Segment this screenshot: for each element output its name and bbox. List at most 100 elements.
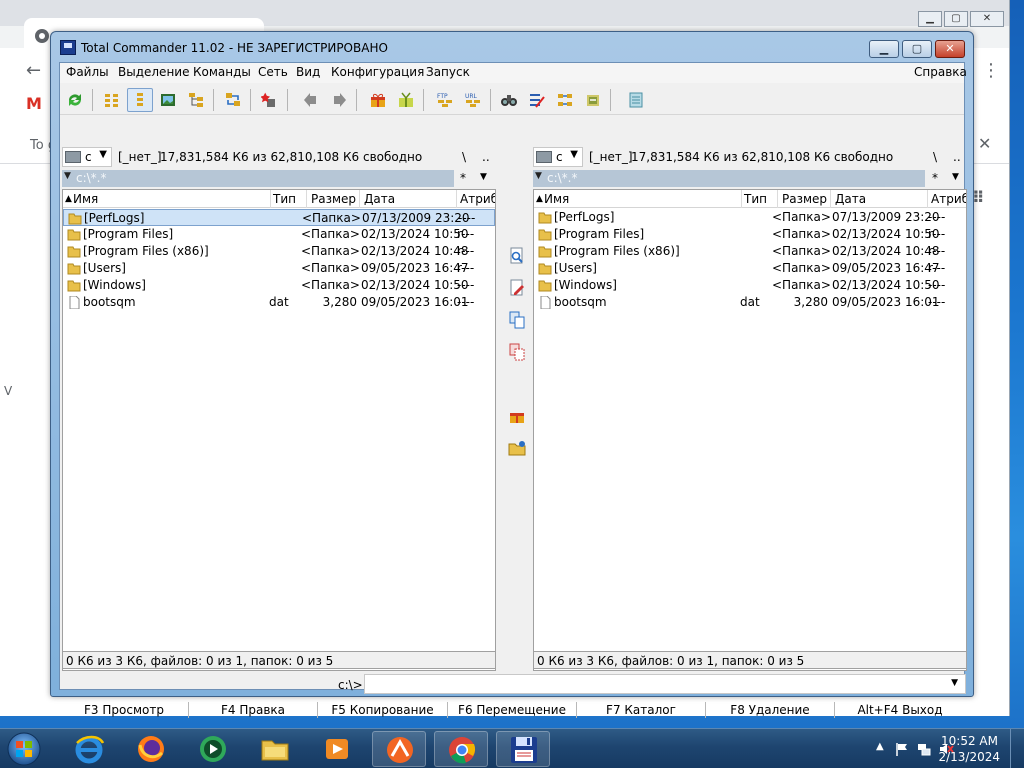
close-button[interactable]: ✕ [935,40,965,58]
f8-delete-button[interactable]: F8 Удаление [706,699,834,721]
maximize-button[interactable]: ▢ [902,40,932,58]
alt-f4-exit-button[interactable]: Alt+F4 Выход [835,699,965,721]
notepad-button[interactable] [623,88,649,112]
menu-files[interactable]: Файлы [66,65,109,79]
clock-date[interactable]: 2/13/2024 [938,750,1000,764]
file-row[interactable]: [Users] <Папка> 09/05/2023 16:47 r--- [534,260,966,277]
taskbar-file-explorer[interactable] [248,731,302,767]
unpack-button[interactable] [393,88,419,112]
f3-view-button[interactable]: F3 Просмотр [60,699,188,721]
file-row[interactable]: [Users] <Папка> 09/05/2023 16:47 r--- [63,260,495,277]
network-icon[interactable] [916,741,932,757]
left-drive-selector[interactable]: c ▼ [62,147,112,167]
left-col-date[interactable]: Дата [364,192,395,206]
file-row[interactable]: [Program Files (x86)] <Папка> 02/13/2024 1… [63,243,495,260]
chrome-maximize-button[interactable]: ▢ [944,11,968,27]
forward-button[interactable] [326,88,352,112]
minimize-button[interactable]: ▁ [869,40,899,58]
f7-mkdir-button[interactable]: F7 Каталог [577,699,705,721]
sync-button[interactable] [580,88,606,112]
history-dropdown-icon[interactable]: ▼ [535,171,542,181]
url-connect-button[interactable]: URL [460,88,486,112]
new-folder-icon[interactable] [508,439,526,457]
chrome-infobar-close-icon[interactable]: ✕ [978,134,991,153]
view-file-icon[interactable] [508,247,526,265]
chrome-close-button[interactable]: ✕ [970,11,1004,27]
right-col-date[interactable]: Дата [835,192,866,206]
f4-edit-button[interactable]: F4 Правка [189,699,317,721]
taskbar-media-center[interactable] [186,731,240,767]
column-divider[interactable] [741,190,742,208]
right-path-bar[interactable]: ▼ c:\*.* [533,170,925,187]
f6-move-button[interactable]: F6 Перемещение [448,699,576,721]
file-row[interactable]: [PerfLogs] <Папка> 07/13/2009 23:20 ---- [534,209,966,226]
copy-files-icon[interactable] [508,311,526,329]
right-col-size[interactable]: Размер [782,192,827,206]
command-line-input[interactable] [364,674,966,694]
column-divider[interactable] [927,190,928,208]
tree-view-button[interactable] [183,88,209,112]
left-root-button[interactable]: \ [462,150,466,164]
chrome-minimize-button[interactable]: ▁ [918,11,942,27]
right-filter[interactable]: * ▼ [930,170,966,187]
pack-button[interactable] [365,88,391,112]
taskbar-internet-explorer[interactable] [62,731,116,767]
total-commander-app-icon[interactable] [60,40,76,55]
command-history-dropdown-icon[interactable]: ▼ [951,678,958,688]
column-divider[interactable] [359,190,360,208]
file-row[interactable]: [Program Files] <Папка> 02/13/2024 10:50 r-… [534,226,966,243]
f5-copy-button[interactable]: F5 Копирование [318,699,447,721]
menu-configuration[interactable]: Конфигурация [331,65,424,79]
show-desktop-button[interactable] [1010,729,1024,768]
brief-view-button[interactable] [99,88,125,112]
search-files-button[interactable] [496,88,522,112]
file-row[interactable]: bootsqm dat 3,280 09/05/2023 16:01 ---- [534,294,966,311]
column-divider[interactable] [777,190,778,208]
column-divider[interactable] [456,190,457,208]
file-row[interactable]: [Program Files (x86)] <Папка> 02/13/2024 1… [534,243,966,260]
right-root-button[interactable]: \ [933,150,937,164]
ftp-connect-button[interactable]: FTP [432,88,458,112]
taskbar-media-player[interactable] [310,731,364,767]
filter-dropdown-icon[interactable]: ▼ [480,172,487,182]
start-button-windows-icon[interactable] [4,731,44,767]
left-up-button[interactable]: .. [482,150,490,164]
invert-selection-button[interactable] [257,88,283,112]
full-view-button[interactable] [127,88,153,112]
compare-dirs-button[interactable] [552,88,578,112]
chrome-menu-icon[interactable]: ⋮ [982,60,1000,81]
left-col-name[interactable]: Имя [73,192,98,206]
chrome-back-icon[interactable]: ← [26,60,41,81]
filter-dropdown-icon[interactable]: ▼ [952,172,959,182]
move-files-icon[interactable] [508,343,526,361]
column-divider[interactable] [270,190,271,208]
file-row[interactable]: bootsqm dat 3,280 09/05/2023 16:01 ---- [63,294,495,311]
left-col-type[interactable]: Тип [273,192,296,206]
pack-files-icon[interactable] [508,407,526,425]
right-drive-selector[interactable]: c ▼ [533,147,583,167]
file-row[interactable]: [Program Files] <Папка> 02/13/2024 10:50 r-… [63,226,495,243]
menu-help[interactable]: Справка [914,65,967,79]
taskbar-orange-app[interactable] [372,731,426,767]
refresh-button[interactable] [62,88,88,112]
sync-dirs-button[interactable] [220,88,246,112]
gmail-icon[interactable]: M [26,94,42,113]
right-col-name[interactable]: Имя [544,192,569,206]
edit-file-icon[interactable] [508,279,526,297]
right-col-attr[interactable]: Атриб [931,192,966,206]
right-file-panel[interactable]: ▲ Имя Тип Размер Дата Атриб [PerfLogs] <П… [533,189,967,671]
taskbar-firefox[interactable] [124,731,178,767]
right-col-type[interactable]: Тип [744,192,767,206]
menu-commands[interactable]: Команды [193,65,251,79]
taskbar-chrome[interactable] [434,731,488,767]
column-divider[interactable] [830,190,831,208]
title-bar[interactable]: Total Commander 11.02 - НЕ ЗАРЕГИСТРИРОВ… [51,32,973,62]
right-up-button[interactable]: .. [953,150,961,164]
menu-network[interactable]: Сеть [258,65,288,79]
menu-selection[interactable]: Выделение [118,65,189,79]
action-center-flag-icon[interactable] [894,741,910,757]
column-divider[interactable] [306,190,307,208]
left-col-size[interactable]: Размер [311,192,356,206]
menu-launch[interactable]: Запуск [426,65,470,79]
file-row[interactable]: [PerfLogs] <Папка> 07/13/2009 23:20 ---- [63,209,495,226]
